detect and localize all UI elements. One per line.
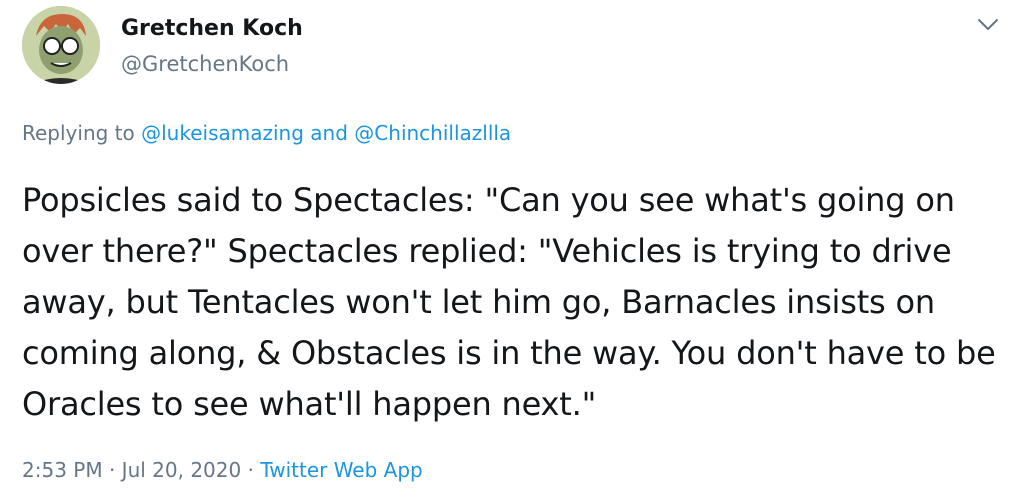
tweet-source-link[interactable]: Twitter Web App xyxy=(260,458,422,482)
replying-to: Replying to @lukeisamazing and @Chinchil… xyxy=(22,121,511,145)
meta-separator-1: · xyxy=(108,458,116,482)
reply-user-link-2[interactable]: @Chinchillazllla xyxy=(354,121,511,145)
tweet-meta: 2:53 PM · Jul 20, 2020 · Twitter Web App xyxy=(22,458,423,482)
reply-prefix: Replying to xyxy=(22,121,135,145)
tweet-text: Popsicles said to Spectacles: "Can you s… xyxy=(22,181,996,423)
tweet-time[interactable]: 2:53 PM xyxy=(22,458,103,482)
meta-separator-2: · xyxy=(247,458,254,482)
chevron-down-icon[interactable] xyxy=(976,13,1000,37)
reply-and: and xyxy=(310,121,348,145)
author-name[interactable]: Gretchen Koch xyxy=(121,16,303,41)
author-handle[interactable]: @GretchenKoch xyxy=(121,52,289,76)
avatar[interactable] xyxy=(22,6,100,84)
avatar-image xyxy=(22,6,100,84)
tweet-date[interactable]: Jul 20, 2020 xyxy=(122,458,242,482)
reply-user-link-1[interactable]: @lukeisamazing xyxy=(141,121,304,145)
